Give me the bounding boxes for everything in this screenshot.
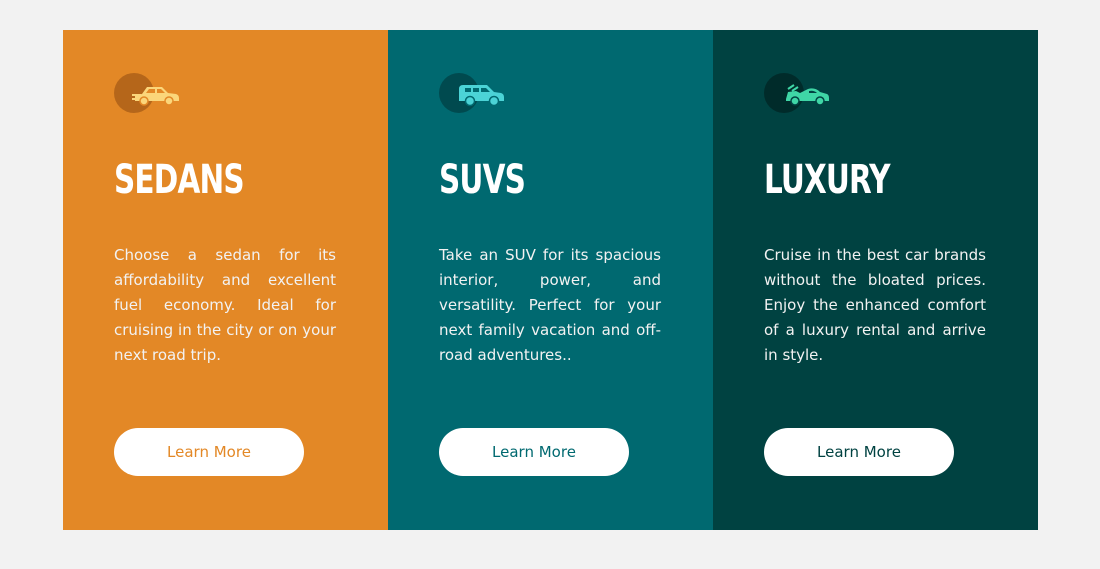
sedan-car-icon (114, 73, 184, 113)
car-category-cards: Sedans Choose a sedan for its affordabil… (63, 30, 1038, 530)
learn-more-button[interactable]: Learn More (764, 428, 954, 476)
convertible-car-icon (764, 73, 834, 113)
learn-more-button[interactable]: Learn More (439, 428, 629, 476)
card-title: Sedans (114, 157, 245, 203)
card-description: Choose a sedan for its affordability and… (114, 246, 336, 364)
card-luxury: Luxury Cruise in the best car brands wit… (713, 30, 1038, 530)
card-suvs: SUVs Take an SUV for its spacious interi… (388, 30, 713, 530)
sedan-car-icon-graphic (132, 87, 179, 106)
card-description: Take an SUV for its spacious interior, p… (439, 246, 661, 364)
card-description: Cruise in the best car brands without th… (764, 246, 986, 364)
learn-more-button[interactable]: Learn More (114, 428, 304, 476)
card-title: Luxury (764, 157, 891, 203)
card-title: SUVs (439, 157, 526, 203)
card-sedans: Sedans Choose a sedan for its affordabil… (63, 30, 388, 530)
suv-car-icon (439, 73, 509, 113)
convertible-car-icon-graphic (786, 84, 829, 106)
suv-car-icon-graphic (459, 85, 504, 107)
